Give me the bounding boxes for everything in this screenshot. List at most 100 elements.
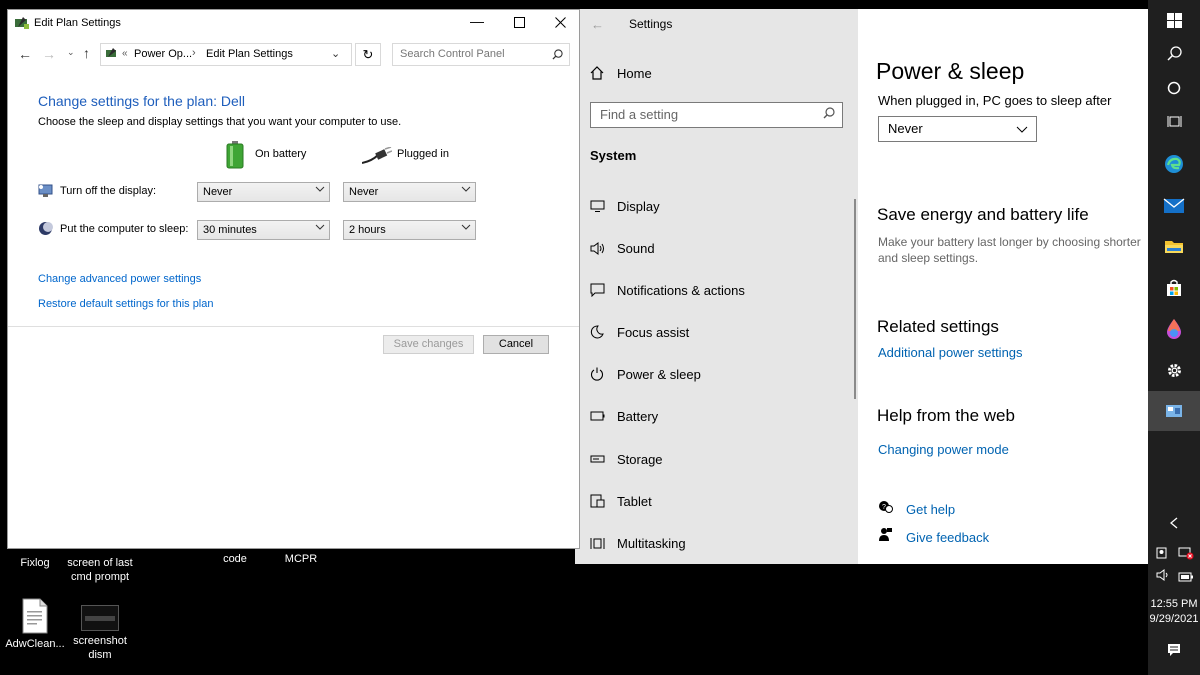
clock-time[interactable]: 12:55 PM xyxy=(1148,598,1200,610)
svg-text:?: ? xyxy=(882,504,886,511)
help-from-web-title: Help from the web xyxy=(877,406,1015,425)
power-plug-icon xyxy=(361,146,393,170)
minimize-icon[interactable]: — xyxy=(470,13,484,29)
file-explorer-icon[interactable] xyxy=(1148,226,1200,266)
breadcrumb-power-options[interactable]: Power Op... xyxy=(134,48,192,60)
page-title: Power & sleep xyxy=(876,58,1025,84)
desktop-icon-label: AdwClean... xyxy=(5,638,65,650)
microsoft-store-icon[interactable] xyxy=(1148,268,1200,308)
volume-icon[interactable] xyxy=(1156,568,1170,586)
nav-display[interactable]: Display xyxy=(589,195,660,217)
sound-icon xyxy=(589,240,605,256)
nav-label: Storage xyxy=(617,451,663,467)
additional-power-settings-link[interactable]: Additional power settings xyxy=(878,345,1023,360)
display-battery-select[interactable]: Never xyxy=(197,182,330,202)
plugged-sleep-dropdown[interactable]: Never xyxy=(878,116,1037,142)
desktop-icon-screenshot-dism[interactable]: screenshot dism xyxy=(65,605,135,662)
recent-locations-chevron-icon[interactable]: ⌄ xyxy=(67,47,75,58)
battery-tray-icon[interactable] xyxy=(1178,569,1194,587)
back-arrow-icon[interactable]: ← xyxy=(591,17,604,32)
battery-icon xyxy=(589,408,605,424)
display-plugged-select[interactable]: Never xyxy=(343,182,476,202)
nav-battery[interactable]: Battery xyxy=(589,405,658,427)
desktop-icon-label: code xyxy=(223,553,247,565)
desktop-icon-adwcleaner[interactable]: AdwClean... xyxy=(0,598,70,651)
search-icon xyxy=(552,49,563,63)
sleep-plugged-value: 2 hours xyxy=(349,224,386,236)
nav-home[interactable]: Home xyxy=(589,62,652,84)
nav-label: Tablet xyxy=(617,493,652,509)
document-icon xyxy=(22,598,48,634)
find-setting-placeholder: Find a setting xyxy=(600,107,679,122)
nav-storage[interactable]: Storage xyxy=(589,448,663,470)
address-dropdown-chevron-icon[interactable]: ⌄ xyxy=(331,47,340,60)
control-panel-taskbar-icon[interactable] xyxy=(1148,391,1200,431)
title-bar[interactable]: Edit Plan Settings — xyxy=(8,10,579,37)
show-hidden-icons-chevron-icon[interactable] xyxy=(1148,512,1200,534)
give-feedback-link[interactable]: Give feedback xyxy=(906,530,989,545)
window-title: Edit Plan Settings xyxy=(34,17,121,29)
meet-now-icon[interactable] xyxy=(1156,546,1170,565)
give-feedback-row[interactable]: Give feedback xyxy=(878,527,989,547)
nav-multitasking[interactable]: Multitasking xyxy=(589,532,686,554)
advanced-power-settings-link[interactable]: Change advanced power settings xyxy=(38,273,201,285)
network-disconnected-icon[interactable] xyxy=(1178,546,1194,565)
back-arrow-icon[interactable]: ← xyxy=(18,46,32,62)
refresh-icon[interactable]: ↻ xyxy=(355,43,381,66)
address-bar[interactable]: « Power Op... › Edit Plan Settings ⌄ xyxy=(100,43,352,66)
clock-date[interactable]: 9/29/2021 xyxy=(1148,613,1200,625)
chevron-down-icon xyxy=(315,223,325,234)
tablet-icon xyxy=(589,493,605,509)
moon-icon xyxy=(589,324,605,340)
restore-defaults-link[interactable]: Restore default settings for this plan xyxy=(38,298,213,310)
nav-focus-assist[interactable]: Focus assist xyxy=(589,321,689,343)
get-help-row[interactable]: ? Get help xyxy=(878,500,955,519)
multitasking-icon xyxy=(589,535,605,551)
get-help-link[interactable]: Get help xyxy=(906,502,955,517)
sleep-moon-icon xyxy=(38,221,53,241)
paint-drop-icon[interactable] xyxy=(1148,309,1200,349)
plan-subheading: Choose the sleep and display settings th… xyxy=(38,116,402,128)
forward-arrow-icon[interactable]: → xyxy=(42,46,56,62)
mail-icon[interactable] xyxy=(1148,186,1200,226)
sleep-battery-select[interactable]: 30 minutes xyxy=(197,220,330,240)
save-energy-description: Make your battery last longer by choosin… xyxy=(878,234,1141,266)
power-icon xyxy=(589,366,605,382)
save-changes-button[interactable]: Save changes xyxy=(383,335,474,354)
notifications-icon xyxy=(589,282,605,298)
gear-icon[interactable] xyxy=(1148,350,1200,390)
changing-power-mode-link[interactable]: Changing power mode xyxy=(878,442,1009,457)
nav-tablet[interactable]: Tablet xyxy=(589,490,652,512)
breadcrumb-edit-plan[interactable]: Edit Plan Settings xyxy=(206,48,293,60)
nav-sound[interactable]: Sound xyxy=(589,237,655,259)
close-icon[interactable] xyxy=(555,15,566,33)
sidebar-scrollbar[interactable] xyxy=(854,199,856,399)
power-options-app-icon xyxy=(14,15,30,36)
sleep-plugged-select[interactable]: 2 hours xyxy=(343,220,476,240)
nav-notifications[interactable]: Notifications & actions xyxy=(589,279,745,301)
save-energy-desc-line1: Make your battery last longer by choosin… xyxy=(878,235,1141,249)
display-battery-value: Never xyxy=(203,186,233,198)
divider xyxy=(8,326,579,327)
nav-label: Multitasking xyxy=(617,535,686,551)
maximize-icon[interactable] xyxy=(514,15,525,33)
nav-power-sleep[interactable]: Power & sleep xyxy=(589,363,701,385)
breadcrumb-overflow[interactable]: « xyxy=(122,48,128,59)
search-control-panel-input[interactable]: Search Control Panel xyxy=(392,43,570,66)
cancel-button[interactable]: Cancel xyxy=(483,335,549,354)
taskbar: 12:55 PM 9/29/2021 xyxy=(1148,0,1200,675)
task-view-icon[interactable] xyxy=(1148,102,1200,142)
help-chat-icon: ? xyxy=(878,500,893,519)
search-icon xyxy=(823,107,835,122)
nav-label: Power & sleep xyxy=(617,366,701,382)
feedback-person-icon xyxy=(878,527,893,547)
action-center-icon[interactable] xyxy=(1148,630,1200,670)
address-toolbar: ← → ⌄ ↑ « Power Op... › Edit Plan Settin… xyxy=(8,41,579,69)
up-arrow-icon[interactable]: ↑ xyxy=(83,45,90,61)
image-thumbnail-icon xyxy=(81,605,119,631)
storage-icon xyxy=(589,451,605,467)
search-icon[interactable] xyxy=(1148,33,1200,73)
edge-browser-icon[interactable] xyxy=(1148,144,1200,184)
find-setting-input[interactable]: Find a setting xyxy=(590,102,843,128)
desktop-icon-label: screenshot dism xyxy=(73,635,127,661)
